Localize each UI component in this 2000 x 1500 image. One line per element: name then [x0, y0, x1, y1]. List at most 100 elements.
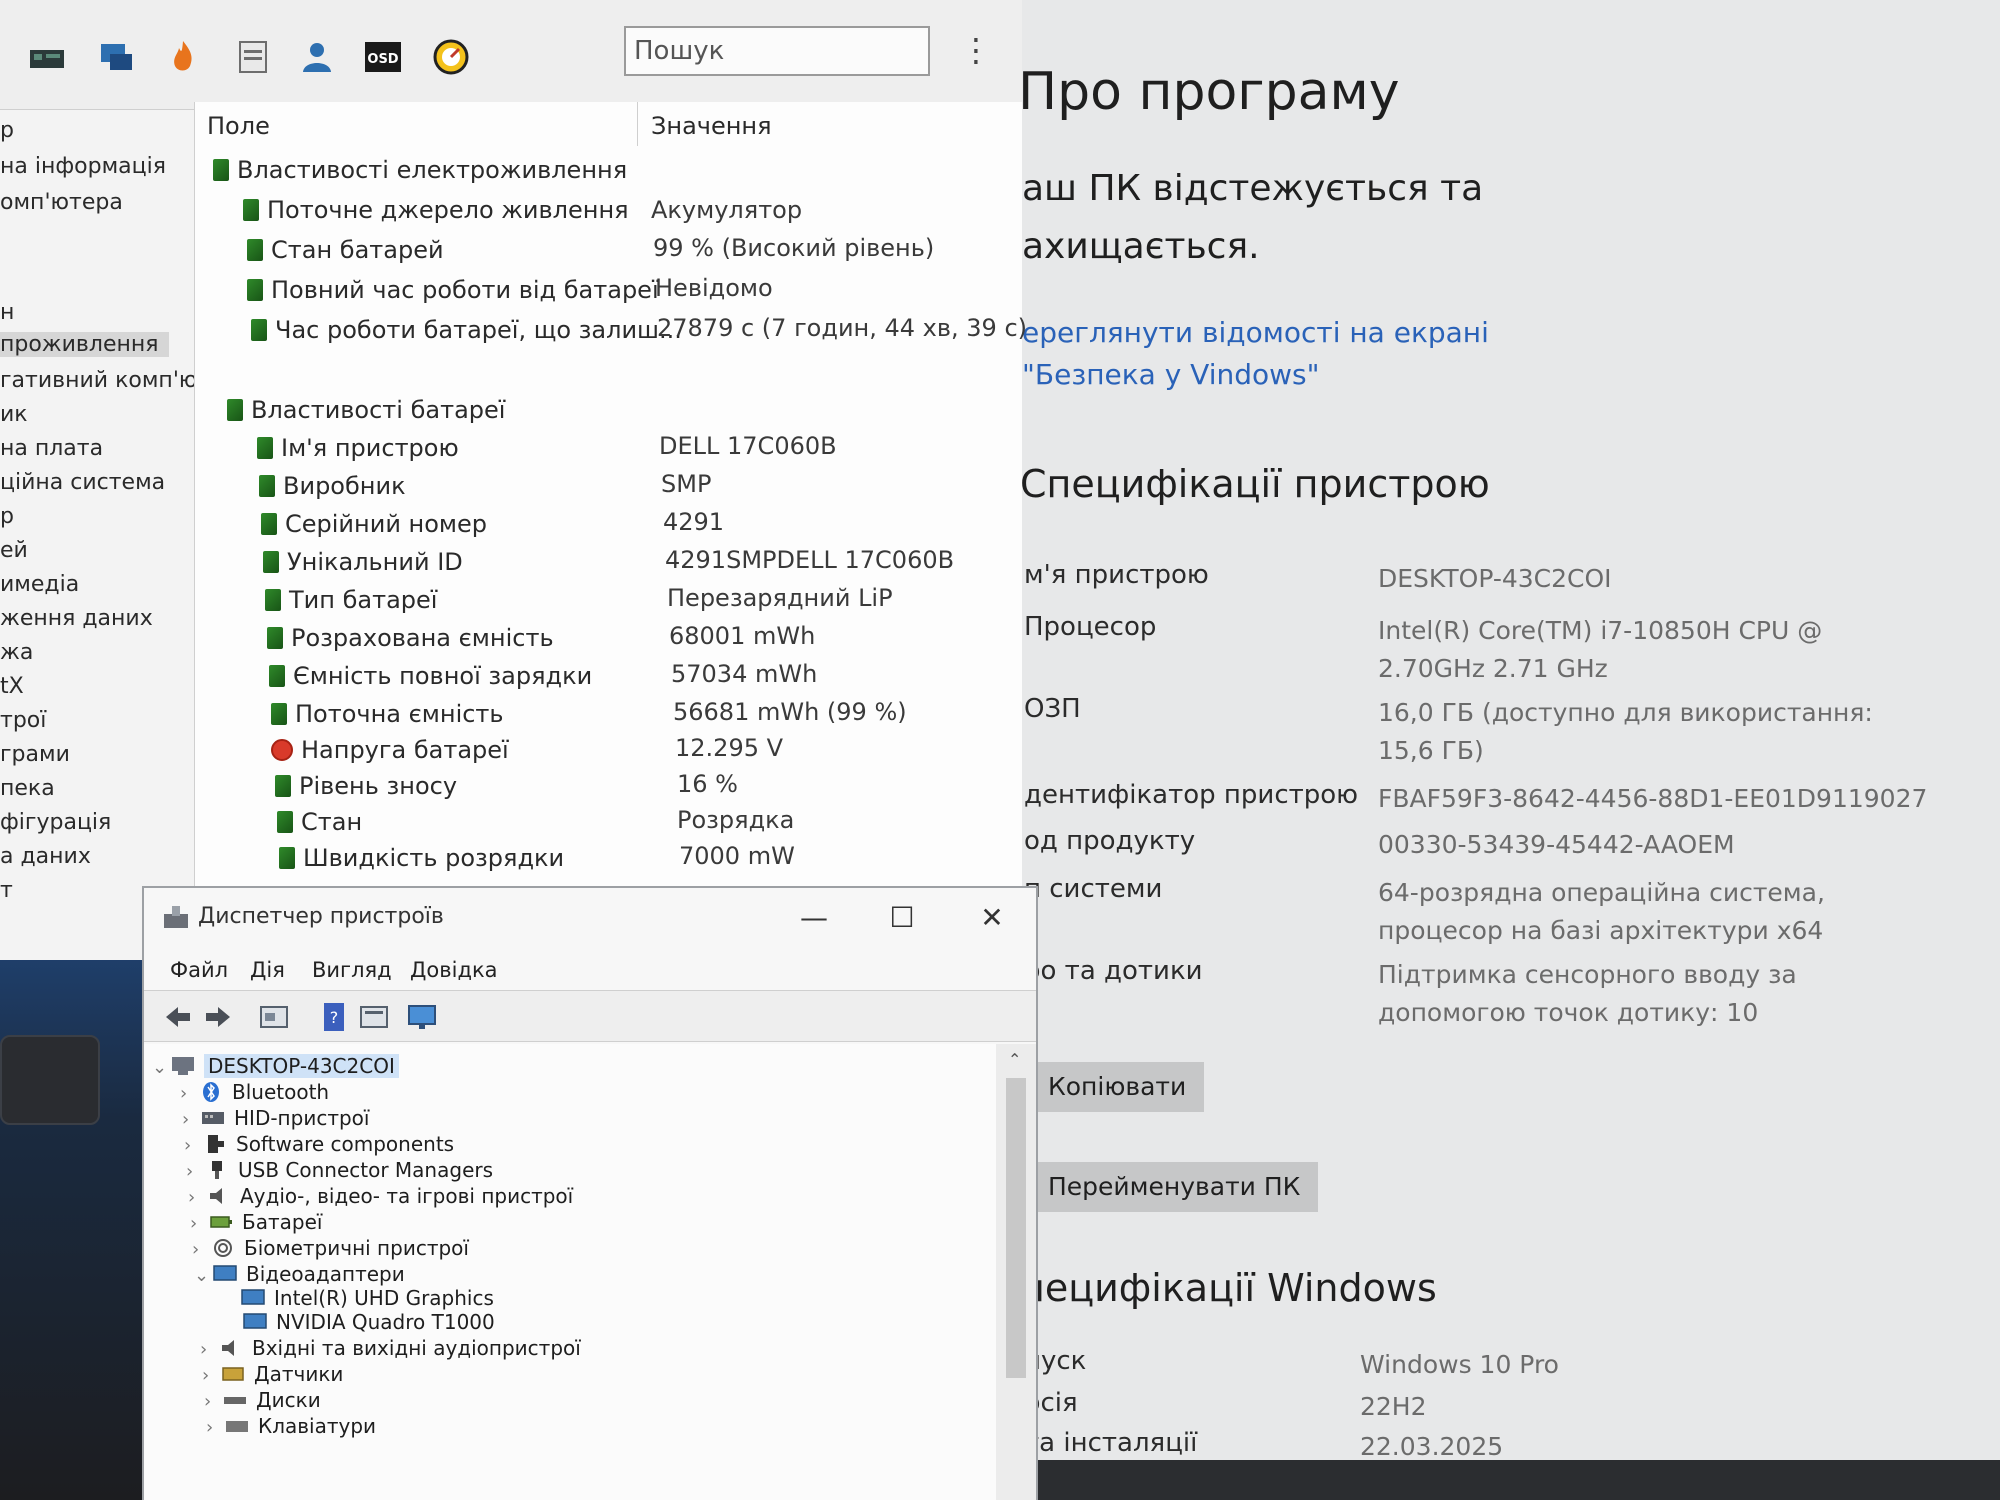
expand-icon[interactable]: ›: [204, 1391, 222, 1412]
tree-node[interactable]: › Аудіо-, відео- та ігрові пристрої: [188, 1184, 573, 1208]
expand-icon[interactable]: ›: [188, 1187, 206, 1208]
table-row[interactable]: Серійний номер: [261, 510, 487, 538]
table-row[interactable]: Повний час роботи від батареї: [247, 276, 659, 304]
expand-icon[interactable]: ›: [180, 1083, 198, 1104]
motherboard-icon[interactable]: [28, 38, 66, 76]
nav-item[interactable]: имедіа: [0, 572, 79, 597]
nav-item[interactable]: р: [0, 118, 14, 143]
tree-node[interactable]: › Датчики: [202, 1362, 343, 1386]
table-row[interactable]: Розрахована ємність: [267, 624, 554, 652]
tree-node[interactable]: › Software components: [184, 1132, 454, 1156]
tree-node[interactable]: › Диски: [204, 1388, 321, 1412]
table-row[interactable]: Рівень зносу: [275, 772, 457, 800]
user-icon[interactable]: [298, 38, 336, 76]
table-row[interactable]: Виробник: [259, 472, 406, 500]
nav-item[interactable]: ик: [0, 402, 28, 427]
nav-item[interactable]: омп'ютера: [0, 190, 123, 215]
close-button[interactable]: ✕: [962, 896, 1022, 940]
tree-node[interactable]: › Bluetooth: [180, 1080, 329, 1104]
nav-item[interactable]: гативний комп'юте: [0, 368, 205, 393]
scrollbar-thumb[interactable]: [1006, 1078, 1026, 1378]
table-row[interactable]: Напруга батареї: [271, 736, 509, 764]
nav-item[interactable]: tX: [0, 674, 24, 699]
tree-node[interactable]: › HID-пристрої: [182, 1106, 369, 1130]
table-row[interactable]: Швидкість розрядки: [279, 844, 564, 872]
tree-node[interactable]: › Батареї: [190, 1210, 322, 1234]
tree-leaf[interactable]: NVIDIA Quadro T1000: [242, 1310, 495, 1334]
nav-item[interactable]: т: [0, 878, 13, 903]
nav-item[interactable]: трої: [0, 708, 46, 733]
table-row[interactable]: Ємність повної зарядки: [269, 662, 592, 690]
rename-pc-button[interactable]: Перейменувати ПК: [1030, 1162, 1319, 1212]
table-row[interactable]: Тип батареї: [265, 586, 437, 614]
nav-item[interactable]: ження даних: [0, 606, 153, 631]
nav-item[interactable]: ей: [0, 538, 28, 563]
nav-item[interactable]: на плата: [0, 436, 103, 461]
report-icon[interactable]: [234, 38, 272, 76]
nav-item[interactable]: н: [0, 300, 14, 325]
forward-icon[interactable]: [202, 1001, 234, 1033]
table-row[interactable]: Стан: [277, 808, 362, 836]
expand-icon[interactable]: ›: [202, 1365, 220, 1386]
expand-icon[interactable]: ›: [206, 1417, 224, 1438]
column-header-value[interactable]: Значення: [651, 112, 772, 140]
tree-root[interactable]: ⌄ DESKTOP-43C2COI: [152, 1054, 399, 1078]
table-row[interactable]: Поточна ємність: [271, 700, 504, 728]
security-link[interactable]: ереглянути відомості на екрані "Безпека …: [1022, 312, 1622, 396]
copy-button[interactable]: Копіювати: [1030, 1062, 1205, 1112]
group-header-power[interactable]: Властивості електроживлення: [213, 156, 627, 184]
search-input[interactable]: Пошук: [624, 26, 930, 76]
nav-item[interactable]: а даних: [0, 844, 91, 869]
help-icon[interactable]: ?: [318, 1001, 350, 1033]
flame-icon[interactable]: [164, 38, 202, 76]
tree-node[interactable]: › Вхідні та вихідні аудіопристрої: [200, 1336, 581, 1360]
menu-file[interactable]: Файл: [170, 958, 228, 982]
expand-icon[interactable]: ›: [184, 1135, 202, 1156]
back-icon[interactable]: [162, 1001, 194, 1033]
osd-icon[interactable]: OSD: [364, 38, 402, 76]
expand-icon[interactable]: ›: [192, 1239, 210, 1260]
menu-view[interactable]: Вигляд: [312, 958, 392, 982]
scroll-up-icon[interactable]: ⌃: [1008, 1050, 1021, 1069]
tree-node[interactable]: › Біометричні пристрої: [192, 1236, 469, 1260]
title-bar[interactable]: Диспетчер пристроїв — ☐ ✕: [144, 888, 1036, 948]
network-icon[interactable]: [98, 38, 136, 76]
nav-item[interactable]: пека: [0, 776, 55, 801]
nav-item-selected[interactable]: проживлення: [0, 332, 169, 357]
maximize-button[interactable]: ☐: [872, 896, 932, 940]
table-row[interactable]: Унікальний ID: [263, 548, 463, 576]
nav-item[interactable]: жа: [0, 640, 33, 665]
group-header-battery[interactable]: Властивості батареї: [227, 396, 505, 424]
row-value: 27879 с (7 годин, 44 хв, 39 с): [657, 314, 1027, 342]
nav-item[interactable]: фігурація: [0, 810, 111, 835]
minimize-button[interactable]: —: [784, 896, 844, 940]
table-row[interactable]: Час роботи батареї, що залиш...: [251, 316, 682, 344]
menu-action[interactable]: Дія: [250, 958, 285, 982]
column-separator[interactable]: [637, 102, 638, 146]
nav-item[interactable]: ційна система: [0, 470, 165, 495]
table-row[interactable]: Ім'я пристрою: [257, 434, 459, 462]
table-row[interactable]: Стан батарей: [247, 236, 444, 264]
expand-icon[interactable]: ›: [200, 1339, 218, 1360]
collapse-icon[interactable]: ⌄: [152, 1057, 170, 1078]
table-row[interactable]: Поточне джерело живлення: [243, 196, 629, 224]
menu-help[interactable]: Довідка: [410, 958, 498, 982]
tree-leaf[interactable]: Intel(R) UHD Graphics: [240, 1286, 494, 1310]
tree-node-expanded[interactable]: ⌄ Відеоадаптери: [194, 1262, 405, 1286]
expand-icon[interactable]: ›: [182, 1109, 200, 1130]
view-icon[interactable]: [358, 1001, 390, 1033]
tree-node[interactable]: › Клавіатури: [206, 1414, 376, 1438]
monitor-icon[interactable]: [406, 1001, 438, 1033]
vertical-scrollbar[interactable]: ⌃: [996, 1044, 1036, 1500]
properties-icon[interactable]: [258, 1001, 290, 1033]
gauge-icon[interactable]: [432, 38, 470, 76]
expand-icon[interactable]: ›: [190, 1213, 208, 1234]
more-options-icon[interactable]: ⋮: [960, 28, 992, 72]
collapse-icon[interactable]: ⌄: [194, 1265, 212, 1286]
nav-item[interactable]: на інформація: [0, 154, 166, 179]
nav-item[interactable]: грами: [0, 742, 70, 767]
nav-item[interactable]: р: [0, 504, 14, 529]
column-header-field[interactable]: Поле: [207, 112, 270, 140]
tree-node[interactable]: › USB Connector Managers: [186, 1158, 493, 1182]
expand-icon[interactable]: ›: [186, 1161, 204, 1182]
